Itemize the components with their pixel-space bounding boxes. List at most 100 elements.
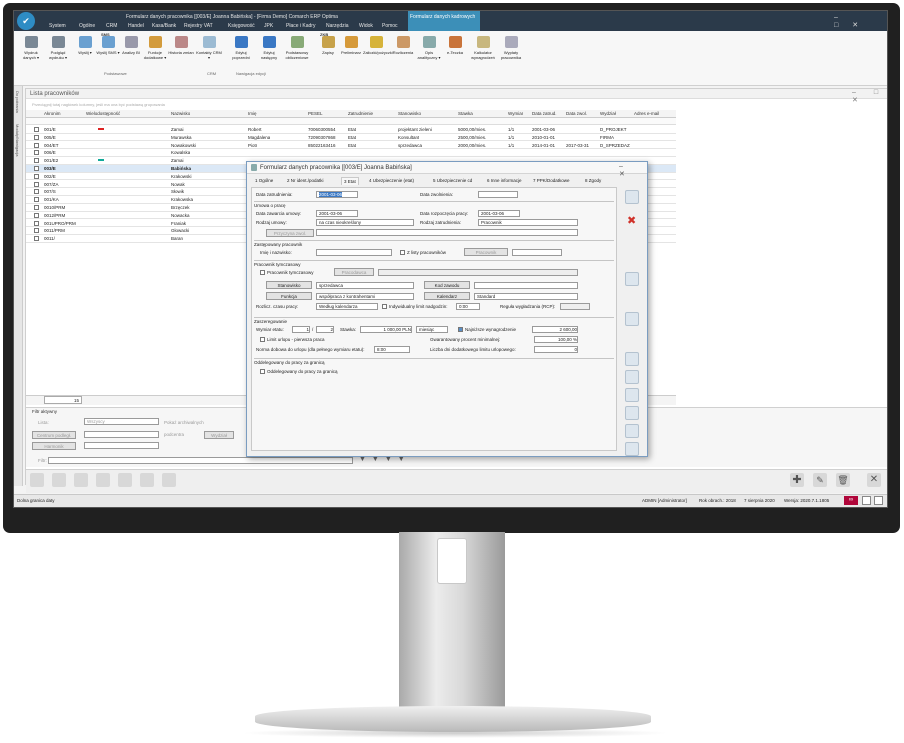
wymiar-a-input[interactable]: 1 <box>292 326 310 333</box>
table-row[interactable]: 005/E Murawska Magdalena 72090307868 Etat Kon… <box>26 134 676 142</box>
dialog-tab-1[interactable]: 2 Nr ident./podatki <box>285 177 326 184</box>
grid-filter-row[interactable] <box>26 118 676 125</box>
row-checkbox[interactable] <box>34 212 39 218</box>
row-checkbox[interactable] <box>34 158 39 164</box>
norma-input[interactable]: 8:00 <box>374 346 410 353</box>
indywidualny-checkbox[interactable] <box>382 304 387 309</box>
przyczyna-zwol-select[interactable] <box>316 229 578 236</box>
person-edit-icon[interactable] <box>625 424 639 438</box>
limit-urlopu-checkbox[interactable] <box>260 337 265 342</box>
document-icon[interactable] <box>625 352 639 366</box>
table-row[interactable]: 001/E Zamai Robert 70060300554 Etat projektan… <box>26 126 676 134</box>
side-tab-nawigacja[interactable]: Moduły/Nawigacja <box>15 124 20 156</box>
dialog-tab-5[interactable]: 6 Inne informacje <box>485 177 524 184</box>
column-header-1[interactable]: Wielodostępność <box>86 111 120 116</box>
column-header-9[interactable]: Data zatrud. <box>532 111 557 116</box>
menu-tab-3[interactable]: Handel <box>128 23 144 29</box>
rodzaj-zatr-select[interactable]: Pracownik <box>478 219 578 226</box>
regula-select[interactable] <box>560 303 590 310</box>
najnizsze-checkbox[interactable] <box>458 327 463 332</box>
doc-edit-icon[interactable] <box>96 473 110 487</box>
kalendarz-button[interactable]: Kalendarz <box>424 292 470 300</box>
menu-tab-10[interactable]: Widok <box>359 23 373 29</box>
column-header-7[interactable]: Stawka <box>458 111 473 116</box>
menu-tab-5[interactable]: Rejestry VAT <box>184 23 213 29</box>
column-header-10[interactable]: Data zwol. <box>566 111 587 116</box>
status-box-icon[interactable] <box>862 496 871 505</box>
document-icon[interactable] <box>118 473 132 487</box>
przyczyna-zwol-button[interactable]: Przyczyna zwol. <box>266 229 314 237</box>
edit-icon[interactable]: ✎ <box>813 473 827 487</box>
harmonik-button[interactable]: Harmonik <box>32 442 76 450</box>
ribbon-button-10[interactable]: Podstawowy obliczeniowe <box>284 36 310 60</box>
table-row[interactable]: 004/ET Nowakowski Piotr 85022163416 Etat sprz… <box>26 142 676 150</box>
dialog-controls[interactable]: – ✕ <box>619 163 647 178</box>
side-tab-do-pobrania[interactable]: Do pobrania <box>15 91 20 113</box>
fingerprint-icon[interactable] <box>30 473 44 487</box>
oddelegowany-checkbox[interactable] <box>260 369 265 374</box>
harmonik-input[interactable] <box>84 442 159 449</box>
wydzial-button[interactable]: Wydział <box>204 431 234 439</box>
ribbon-button-1[interactable]: Podgląd wydruku ▾ <box>45 36 71 60</box>
calendar-icon[interactable] <box>625 388 639 402</box>
infinity-icon[interactable]: ∞ <box>844 496 858 505</box>
menu-tab-6[interactable]: Księgowość <box>228 23 255 29</box>
centrum-input[interactable] <box>84 431 159 438</box>
ribbon-button-8[interactable]: Edytuj poprzedni <box>228 36 254 60</box>
cancel-icon[interactable]: ✖ <box>627 214 636 227</box>
menu-tab-7[interactable]: JPK <box>264 23 273 29</box>
contact-card-icon[interactable] <box>625 272 639 286</box>
calculator-icon[interactable] <box>625 312 639 326</box>
wymiar-b-input[interactable]: 2 <box>316 326 334 333</box>
print-icon[interactable] <box>625 442 639 456</box>
ribbon-button-13[interactable]: Zaliczki/pożyczki <box>363 36 393 55</box>
column-header-6[interactable]: Stanowisko <box>398 111 421 116</box>
filtr-input[interactable] <box>48 457 353 464</box>
row-checkbox[interactable] <box>34 134 39 140</box>
row-checkbox[interactable] <box>34 205 39 210</box>
delete-icon[interactable]: 🗑 <box>836 473 850 487</box>
ribbon-button-14[interactable]: Rozliczenia <box>390 36 416 55</box>
row-checkbox[interactable] <box>34 220 39 226</box>
column-header-11[interactable]: Wydział <box>600 111 616 116</box>
pracownik-button[interactable]: Pracownik <box>464 248 508 256</box>
okres-select[interactable]: miesiąc <box>416 326 448 333</box>
ribbon-button-18[interactable]: Wypłaty pracownika <box>498 36 524 60</box>
row-checkbox[interactable] <box>34 173 39 179</box>
column-header-5[interactable]: Zatrudnienie <box>348 111 373 116</box>
dialog-tab-2[interactable]: 3 Etat <box>341 177 359 185</box>
column-header-4[interactable]: PESEL <box>308 111 323 116</box>
minimize-button[interactable]: – <box>834 14 852 21</box>
maximize-button[interactable]: □ <box>834 22 852 29</box>
ribbon-button-4[interactable]: Analizy BI <box>118 36 144 55</box>
row-checkbox[interactable] <box>34 142 39 148</box>
kod-zawodu-input[interactable] <box>474 282 578 289</box>
table-row[interactable]: 006/E Kowalska <box>26 149 676 157</box>
filter-lista-select[interactable]: Wszyscy <box>84 418 159 425</box>
menu-tab-4[interactable]: Kasa/Bank <box>152 23 176 29</box>
podcentra-checkbox[interactable]: podcentra <box>164 432 184 437</box>
column-header-0[interactable]: Akronim <box>44 111 61 116</box>
dialog-tab-6[interactable]: 7 PPK/Dodatkowe <box>531 177 572 184</box>
z-listy-checkbox[interactable] <box>400 250 405 255</box>
menu-tab-11[interactable]: Pomoc <box>382 23 398 29</box>
column-header-8[interactable]: Wymiar <box>508 111 523 116</box>
funkcja-button[interactable]: Funkcja <box>266 292 312 300</box>
status-box-icon[interactable] <box>874 496 883 505</box>
close-list-icon[interactable]: ✕ <box>867 473 881 487</box>
rozlicz-select[interactable]: Według kalendarza <box>316 303 378 310</box>
dialog-tab-4[interactable]: 5 Ubezpieczenie cd <box>431 177 474 184</box>
pracownik-tymcz-checkbox[interactable] <box>260 270 265 275</box>
gwarantowany-input[interactable]: 100,00 % <box>534 336 578 343</box>
dialog-tab-0[interactable]: 1 Ogólne <box>253 177 275 184</box>
centrum-button[interactable]: Centrum podległ. <box>32 431 76 439</box>
add-icon[interactable]: ✚ <box>790 473 804 487</box>
row-checkbox[interactable] <box>34 236 39 242</box>
vehicle-icon[interactable] <box>625 406 639 420</box>
row-checkbox[interactable] <box>34 127 39 132</box>
dialog-tab-3[interactable]: 4 Ubezpieczenie (etat) <box>367 177 416 184</box>
person-icon[interactable] <box>74 473 88 487</box>
list-window-controls[interactable]: – □ ✕ <box>852 89 887 104</box>
pracownik-select[interactable] <box>512 249 562 256</box>
row-checkbox[interactable] <box>34 189 39 195</box>
